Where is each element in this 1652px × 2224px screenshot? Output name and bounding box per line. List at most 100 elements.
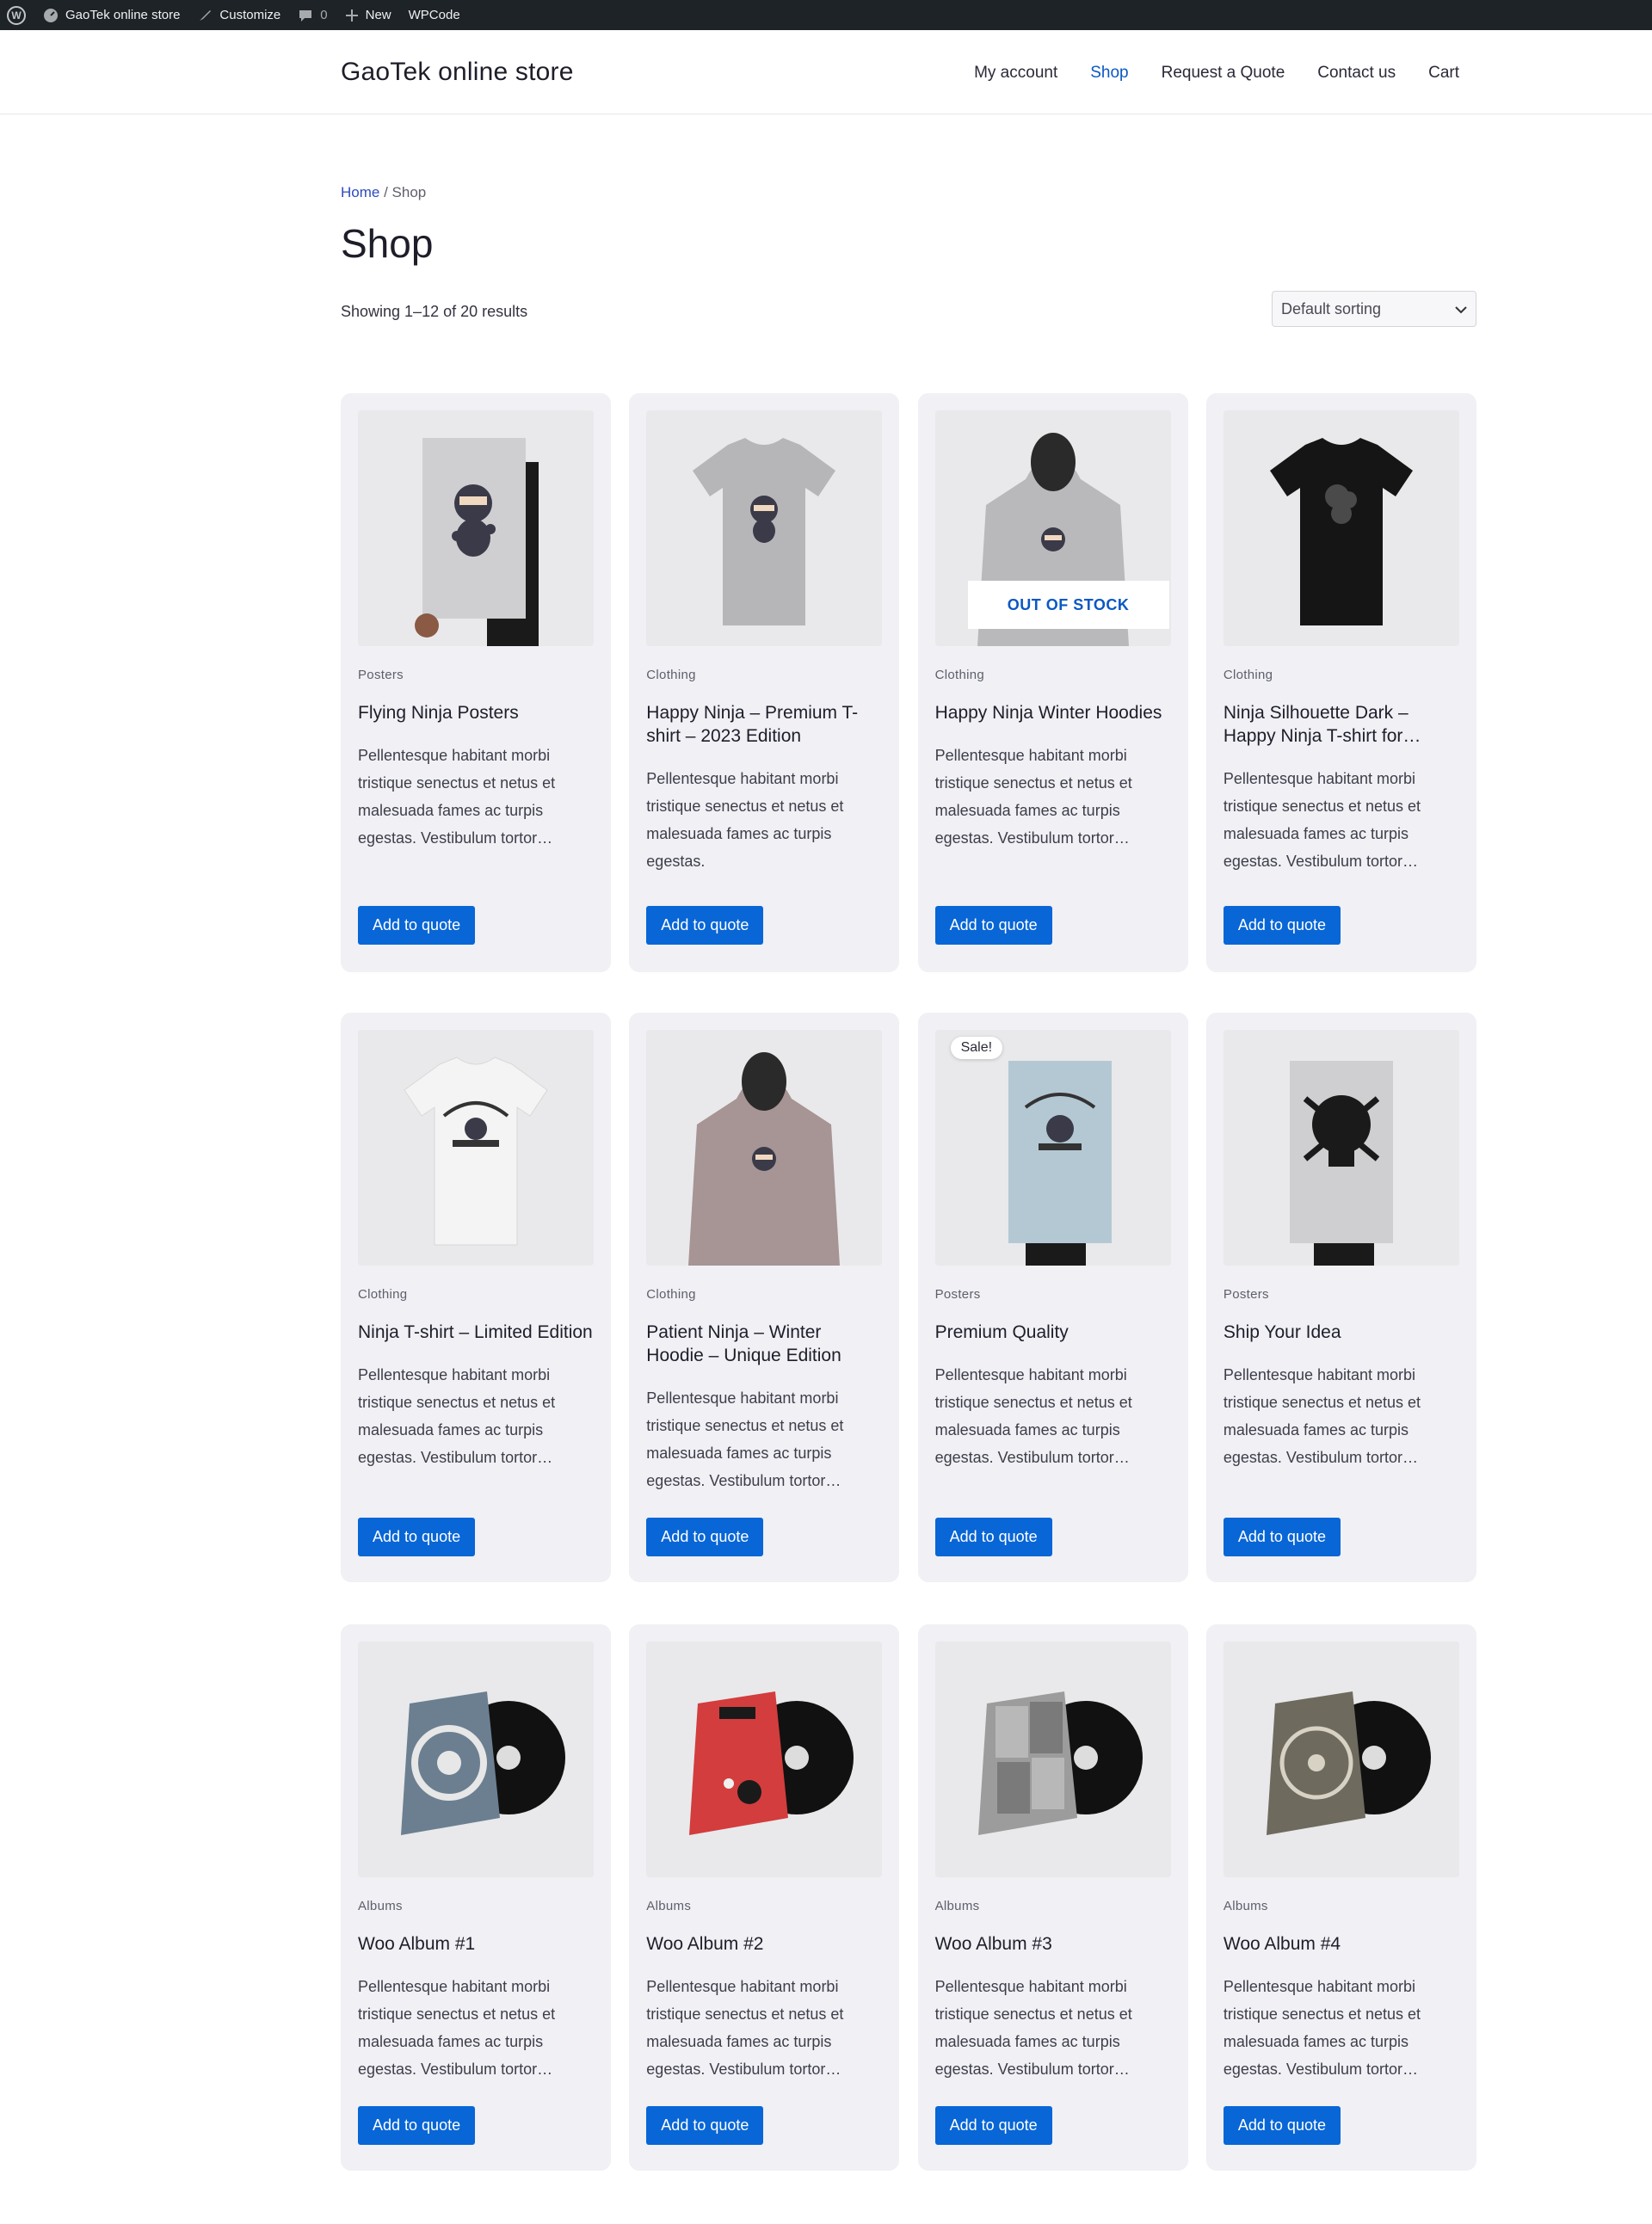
product-title[interactable]: Happy Ninja Winter Hoodies: [935, 701, 1171, 724]
product-category[interactable]: Clothing: [935, 668, 1171, 682]
product-category[interactable]: Posters: [358, 668, 594, 682]
product-category[interactable]: Clothing: [1224, 668, 1459, 682]
product-category[interactable]: Clothing: [646, 668, 882, 682]
dashboard-icon: [43, 8, 59, 23]
nav-cart[interactable]: Cart: [1428, 64, 1459, 83]
product-card[interactable]: OUT OF STOCK Clothing Happy Ninja Winter…: [917, 393, 1188, 972]
product-card[interactable]: Sale! Posters Premium Quality Pellentesq…: [917, 1013, 1188, 1582]
product-card[interactable]: Clothing Ninja Silhouette Dark – Happy N…: [1205, 393, 1476, 972]
wordpress-logo-icon[interactable]: W: [7, 0, 26, 30]
chevron-down-icon: [1455, 300, 1467, 318]
add-to-quote-button[interactable]: Add to quote: [1223, 906, 1341, 945]
product-card[interactable]: Posters Flying Ninja Posters Pellentesqu…: [341, 393, 611, 972]
product-card[interactable]: Albums Woo Album #3 Pellentesque habitan…: [917, 1624, 1188, 2171]
product-grid-row-3: Albums Woo Album #1 Pellentesque habitan…: [341, 1624, 1476, 2171]
product-title[interactable]: Premium Quality: [935, 1321, 1171, 1344]
product-card[interactable]: Clothing Ninja T-shirt – Limited Edition…: [341, 1013, 611, 1582]
product-description: Pellentesque habitant morbi tristique se…: [934, 747, 1132, 847]
site-header: GaoTek online store My account Shop Requ…: [0, 30, 1652, 114]
nav-my-account[interactable]: My account: [974, 64, 1057, 83]
page-title: Shop: [341, 221, 434, 266]
paintbrush-icon: [197, 8, 213, 23]
breadcrumb-separator: /: [379, 184, 392, 200]
plus-icon: [345, 9, 359, 22]
product-category[interactable]: Clothing: [646, 1287, 882, 1302]
tshirt-white-icon[interactable]: [358, 1030, 594, 1266]
product-title[interactable]: Woo Album #1: [358, 1932, 594, 1956]
product-description: Pellentesque habitant morbi tristique se…: [646, 1978, 844, 2078]
main-navigation: My account Shop Request a Quote Contact …: [974, 64, 1459, 83]
poster-skull-icon[interactable]: [1223, 1030, 1459, 1266]
breadcrumb: Home / Shop: [341, 184, 1476, 201]
product-category[interactable]: Clothing: [358, 1287, 594, 1302]
nav-request-quote[interactable]: Request a Quote: [1162, 64, 1285, 83]
product-card[interactable]: Clothing Patient Ninja – Winter Hoodie –…: [629, 1013, 900, 1582]
product-card[interactable]: Clothing Happy Ninja – Premium T-shirt –…: [629, 393, 900, 972]
sorting-select[interactable]: Default sorting: [1272, 291, 1476, 327]
admin-bar-new[interactable]: New: [345, 0, 391, 30]
product-description: Pellentesque habitant morbi tristique se…: [358, 747, 556, 847]
product-card[interactable]: Posters Ship Your Idea Pellentesque habi…: [1205, 1013, 1476, 1582]
product-category[interactable]: Albums: [646, 1899, 882, 1913]
shop-toolbar: Showing 1–12 of 20 results Default sorti…: [341, 291, 1476, 329]
hoodie-grey-icon[interactable]: OUT OF STOCK: [934, 410, 1171, 646]
product-title[interactable]: Happy Ninja – Premium T-shirt – 2023 Edi…: [646, 701, 882, 748]
product-description: Pellentesque habitant morbi tristique se…: [934, 1978, 1132, 2078]
product-title[interactable]: Woo Album #3: [935, 1932, 1171, 1956]
poster-woothemes-icon[interactable]: Sale!: [934, 1030, 1171, 1266]
comment-icon: [298, 8, 313, 23]
add-to-quote-button[interactable]: Add to quote: [646, 906, 764, 945]
product-card[interactable]: Albums Woo Album #1 Pellentesque habitan…: [341, 1624, 611, 2171]
poster-ninja-icon[interactable]: [358, 410, 594, 646]
admin-bar-wpcode[interactable]: WPCode: [409, 0, 460, 30]
add-to-quote-button[interactable]: Add to quote: [934, 1518, 1052, 1556]
add-to-quote-button[interactable]: Add to quote: [358, 906, 476, 945]
product-category[interactable]: Albums: [935, 1899, 1171, 1913]
add-to-quote-button[interactable]: Add to quote: [1223, 1518, 1341, 1556]
product-title[interactable]: Ship Your Idea: [1224, 1321, 1459, 1344]
album-grey-icon[interactable]: [934, 1642, 1171, 1877]
tshirt-grey-icon[interactable]: [646, 410, 883, 646]
add-to-quote-button[interactable]: Add to quote: [934, 2106, 1052, 2145]
admin-bar: W GaoTek online store Customize 0 New WP…: [0, 0, 1652, 30]
product-title[interactable]: Flying Ninja Posters: [358, 701, 594, 724]
add-to-quote-button[interactable]: Add to quote: [358, 1518, 476, 1556]
product-title[interactable]: Ninja T-shirt – Limited Edition: [358, 1321, 594, 1344]
admin-bar-site-name: GaoTek online store: [65, 8, 181, 22]
product-description: Pellentesque habitant morbi tristique se…: [646, 770, 844, 870]
product-title[interactable]: Ninja Silhouette Dark – Happy Ninja T-sh…: [1224, 701, 1459, 748]
product-category[interactable]: Albums: [1224, 1899, 1459, 1913]
add-to-quote-button[interactable]: Add to quote: [1223, 2106, 1341, 2145]
hoodie-mauve-icon[interactable]: [646, 1030, 883, 1266]
breadcrumb-current: Shop: [391, 184, 427, 200]
nav-contact-us[interactable]: Contact us: [1317, 64, 1396, 83]
product-description: Pellentesque habitant morbi tristique se…: [1223, 1366, 1421, 1466]
admin-bar-comments[interactable]: 0: [298, 0, 328, 30]
product-title[interactable]: Patient Ninja – Winter Hoodie – Unique E…: [646, 1321, 882, 1367]
album-red-icon[interactable]: [646, 1642, 883, 1877]
album-photo-icon[interactable]: [1223, 1642, 1459, 1877]
product-category[interactable]: Posters: [1224, 1287, 1459, 1302]
add-to-quote-button[interactable]: Add to quote: [934, 906, 1052, 945]
nav-shop[interactable]: Shop: [1090, 64, 1128, 83]
admin-bar-customize-label: Customize: [219, 8, 281, 22]
product-description: Pellentesque habitant morbi tristique se…: [358, 1978, 556, 2078]
add-to-quote-button[interactable]: Add to quote: [646, 1518, 764, 1556]
main-content: Home / Shop Shop Showing 1–12 of 20 resu…: [341, 184, 1476, 329]
admin-bar-site-link[interactable]: GaoTek online store: [43, 0, 180, 30]
site-title[interactable]: GaoTek online store: [341, 58, 574, 87]
album-blue-icon[interactable]: [358, 1642, 594, 1877]
product-card[interactable]: Albums Woo Album #2 Pellentesque habitan…: [629, 1624, 900, 2171]
add-to-quote-button[interactable]: Add to quote: [358, 2106, 476, 2145]
product-category[interactable]: Albums: [358, 1899, 594, 1913]
product-category[interactable]: Posters: [935, 1287, 1171, 1302]
product-title[interactable]: Woo Album #2: [646, 1932, 882, 1956]
admin-bar-customize[interactable]: Customize: [197, 0, 280, 30]
breadcrumb-home[interactable]: Home: [341, 184, 379, 200]
sale-badge: Sale!: [950, 1037, 1003, 1059]
product-title[interactable]: Woo Album #4: [1224, 1932, 1459, 1956]
tshirt-black-icon[interactable]: [1223, 410, 1459, 646]
product-card[interactable]: Albums Woo Album #4 Pellentesque habitan…: [1205, 1624, 1476, 2171]
product-description: Pellentesque habitant morbi tristique se…: [1223, 770, 1421, 870]
add-to-quote-button[interactable]: Add to quote: [646, 2106, 764, 2145]
